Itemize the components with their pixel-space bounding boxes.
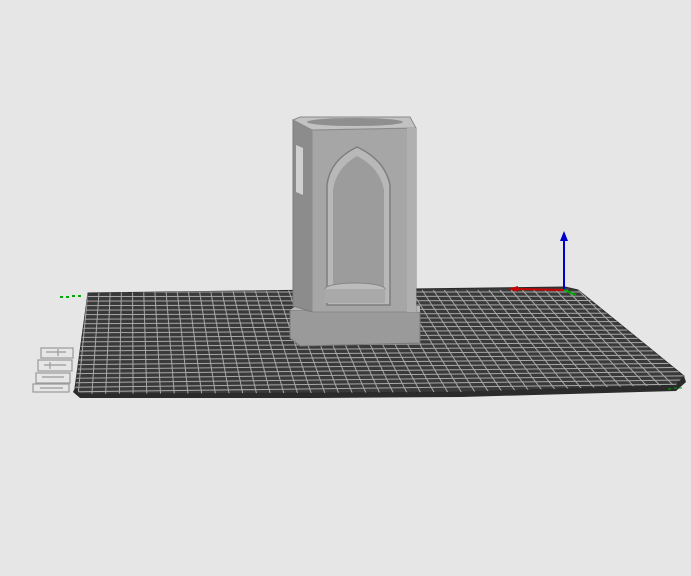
- gothic-lantern-model[interactable]: [289, 116, 421, 347]
- lantern-side-window: [296, 145, 303, 195]
- x-axis-arrow: [514, 288, 565, 291]
- lantern-inner-cylinder: [325, 289, 385, 303]
- 3d-viewport[interactable]: [0, 0, 691, 576]
- scene-canvas[interactable]: [0, 0, 691, 576]
- grid-column-line: [132, 289, 134, 394]
- lantern-top-opening: [307, 118, 403, 126]
- lantern-right-pillar: [407, 128, 416, 312]
- lantern-arch-inner: [333, 156, 384, 300]
- axes-gizmo: [508, 231, 577, 296]
- bed-logo-marks: [32, 347, 74, 393]
- grid-corner-marker: [60, 295, 81, 298]
- z-axis-arrowhead: [560, 231, 568, 241]
- lantern-base: [289, 309, 421, 347]
